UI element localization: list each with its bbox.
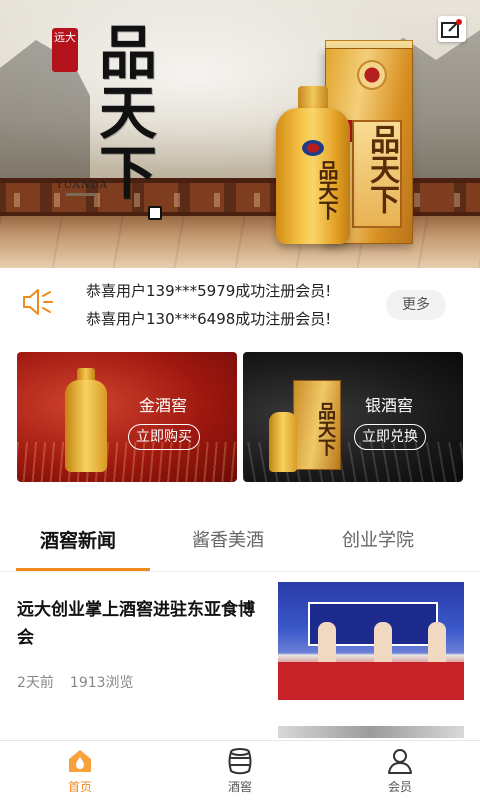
- hero-title: 品天下: [89, 22, 157, 202]
- silver-cellar-card[interactable]: 品天下 银酒窖 立即兑换: [243, 352, 463, 482]
- share-button[interactable]: [438, 16, 466, 42]
- nav-home-label: 首页: [67, 780, 92, 794]
- hero-brand-en: YUANDA: [56, 180, 108, 191]
- hero-brand-underline: [66, 193, 96, 196]
- share-icon: [441, 19, 462, 38]
- tab-startup-academy[interactable]: 创业学院: [342, 526, 414, 552]
- hero-mini-seal: [148, 206, 162, 220]
- nav-cellar-label: 酒窖: [227, 780, 252, 794]
- user-icon: [388, 749, 412, 774]
- speaker-icon: [23, 289, 53, 315]
- expo-table: [278, 662, 464, 700]
- bottle-logo-icon: [302, 140, 324, 156]
- barrel-icon: [228, 748, 252, 775]
- silver-gift-box-text: 品天下: [315, 402, 336, 456]
- tab-cellar-news[interactable]: 酒窖新闻: [40, 526, 116, 553]
- buy-now-button[interactable]: 立即购买: [128, 424, 200, 450]
- gold-cellar-card[interactable]: 金酒窖 立即购买: [17, 352, 237, 482]
- active-tab-indicator: [16, 568, 150, 571]
- gift-box-logo-icon: [357, 60, 387, 90]
- tab-sauce-liquor[interactable]: 酱香美酒: [192, 526, 264, 552]
- news-views: 1913浏览: [69, 675, 134, 691]
- bottle-cap: [298, 86, 328, 110]
- news-thumbnail[interactable]: [278, 582, 464, 700]
- news-age: 2天前: [17, 675, 54, 691]
- notice-message: 恭喜用户130***6498成功注册会员!: [86, 310, 332, 328]
- news-meta: 2天前 1913浏览: [17, 672, 134, 692]
- more-button[interactable]: 更多: [386, 290, 446, 320]
- silver-cellar-title: 银酒窖: [365, 396, 414, 415]
- news-title[interactable]: 远大创业掌上酒窖进驻东亚食博会: [17, 596, 267, 652]
- news-list: 远大创业掌上酒窖进驻东亚食博会 2天前 1913浏览: [0, 572, 480, 738]
- nav-member-label: 会员: [387, 780, 412, 794]
- home-icon: [69, 750, 91, 772]
- bottle-text: 品天下: [315, 160, 339, 220]
- nav-cellar[interactable]: 酒窖: [200, 745, 280, 799]
- notice-message: 恭喜用户139***5979成功注册会员!: [86, 282, 332, 300]
- gold-cellar-title: 金酒窖: [139, 396, 188, 415]
- hero-banner[interactable]: 远大 品天下 YUANDA 品天下 品天下: [0, 0, 480, 268]
- gift-box-text: 品天下: [364, 124, 399, 214]
- nav-member[interactable]: 会员: [360, 745, 440, 799]
- category-tabs: 酒窖新闻 酱香美酒 创业学院: [0, 506, 480, 572]
- notice-bar: 恭喜用户139***5979成功注册会员! 恭喜用户130***6498成功注册…: [0, 268, 480, 340]
- gold-bottle-image: [65, 380, 107, 472]
- nav-home[interactable]: 首页: [40, 745, 120, 799]
- redeem-now-button[interactable]: 立即兑换: [354, 424, 426, 450]
- hero-seal: 远大: [52, 28, 78, 72]
- silver-bottle-image: [269, 412, 297, 472]
- news-thumbnail-next[interactable]: [278, 726, 464, 738]
- bottom-nav: 首页 酒窖 会员: [0, 740, 480, 800]
